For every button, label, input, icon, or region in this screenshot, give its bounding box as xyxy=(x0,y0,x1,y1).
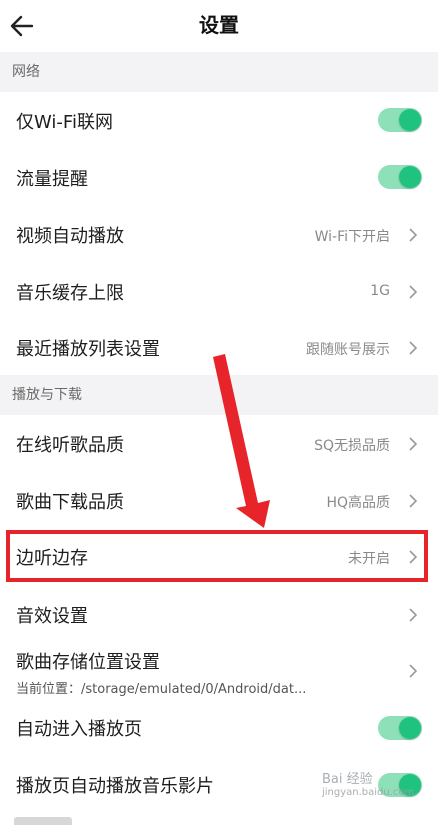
section-header-network: 网络 xyxy=(0,52,438,92)
setting-row-cache-limit[interactable]: 音乐缓存上限 1G xyxy=(0,263,438,320)
setting-row-sound-effects[interactable]: 音效设置 xyxy=(0,586,438,642)
toggle-knob xyxy=(399,166,421,188)
section-header-playback-download: 播放与下载 xyxy=(0,375,438,415)
setting-label: 自动进入播放页 xyxy=(16,719,142,740)
chevron-right-icon xyxy=(409,285,418,299)
setting-value: 跟随账号展示 xyxy=(306,342,390,358)
chevron-right-icon xyxy=(409,341,418,355)
chevron-right-icon xyxy=(409,494,418,508)
setting-row-storage-location[interactable]: 歌曲存储位置设置 当前位置：/storage/emulated/0/Androi… xyxy=(0,642,438,700)
auto-player-page-toggle[interactable] xyxy=(378,716,422,740)
setting-row-video-autoplay[interactable]: 视频自动播放 Wi-Fi下开启 xyxy=(0,206,438,263)
bottom-partial-element xyxy=(14,817,72,825)
setting-label: 流量提醒 xyxy=(16,169,88,190)
chevron-right-icon xyxy=(409,228,418,242)
toggle-knob xyxy=(399,717,421,739)
watermark-url: jingyan.baidu.com xyxy=(322,787,415,798)
setting-value: 1G xyxy=(370,283,390,299)
setting-value: SQ无损品质 xyxy=(314,438,390,454)
chevron-right-icon xyxy=(409,664,418,678)
setting-label: 仅Wi-Fi联网 xyxy=(16,112,113,133)
setting-label: 歌曲下载品质 xyxy=(16,492,124,513)
setting-label: 在线听歌品质 xyxy=(16,435,124,456)
page-title: 设置 xyxy=(199,13,239,37)
watermark-text: Bai 经验 xyxy=(322,772,373,787)
setting-label: 音乐缓存上限 xyxy=(16,283,124,304)
toggle-knob xyxy=(399,109,421,131)
setting-value: HQ高品质 xyxy=(326,495,390,511)
setting-row-online-quality[interactable]: 在线听歌品质 SQ无损品质 xyxy=(0,415,438,472)
app-header: 设置 xyxy=(0,0,438,50)
setting-label: 最近播放列表设置 xyxy=(16,339,160,360)
setting-row-auto-player-page[interactable]: 自动进入播放页 xyxy=(0,700,438,756)
annotation-highlight-box xyxy=(6,530,428,582)
chevron-right-icon xyxy=(409,437,418,451)
setting-label: 视频自动播放 xyxy=(16,226,124,247)
setting-row-recent-playlist[interactable]: 最近播放列表设置 跟随账号展示 xyxy=(0,320,438,375)
setting-label: 播放页自动播放音乐影片 xyxy=(16,776,214,797)
data-reminder-toggle[interactable] xyxy=(378,165,422,189)
setting-value: Wi-Fi下开启 xyxy=(314,229,390,245)
wifi-only-toggle[interactable] xyxy=(378,108,422,132)
storage-path-text: 当前位置：/storage/emulated/0/Android/dat... xyxy=(16,682,307,697)
setting-label: 歌曲存储位置设置 xyxy=(16,652,160,673)
setting-row-wifi-only[interactable]: 仅Wi-Fi联网 xyxy=(0,92,438,149)
chevron-right-icon xyxy=(409,608,418,622)
setting-row-download-quality[interactable]: 歌曲下载品质 HQ高品质 xyxy=(0,472,438,529)
setting-label: 音效设置 xyxy=(16,606,88,627)
setting-row-data-reminder[interactable]: 流量提醒 xyxy=(0,149,438,206)
